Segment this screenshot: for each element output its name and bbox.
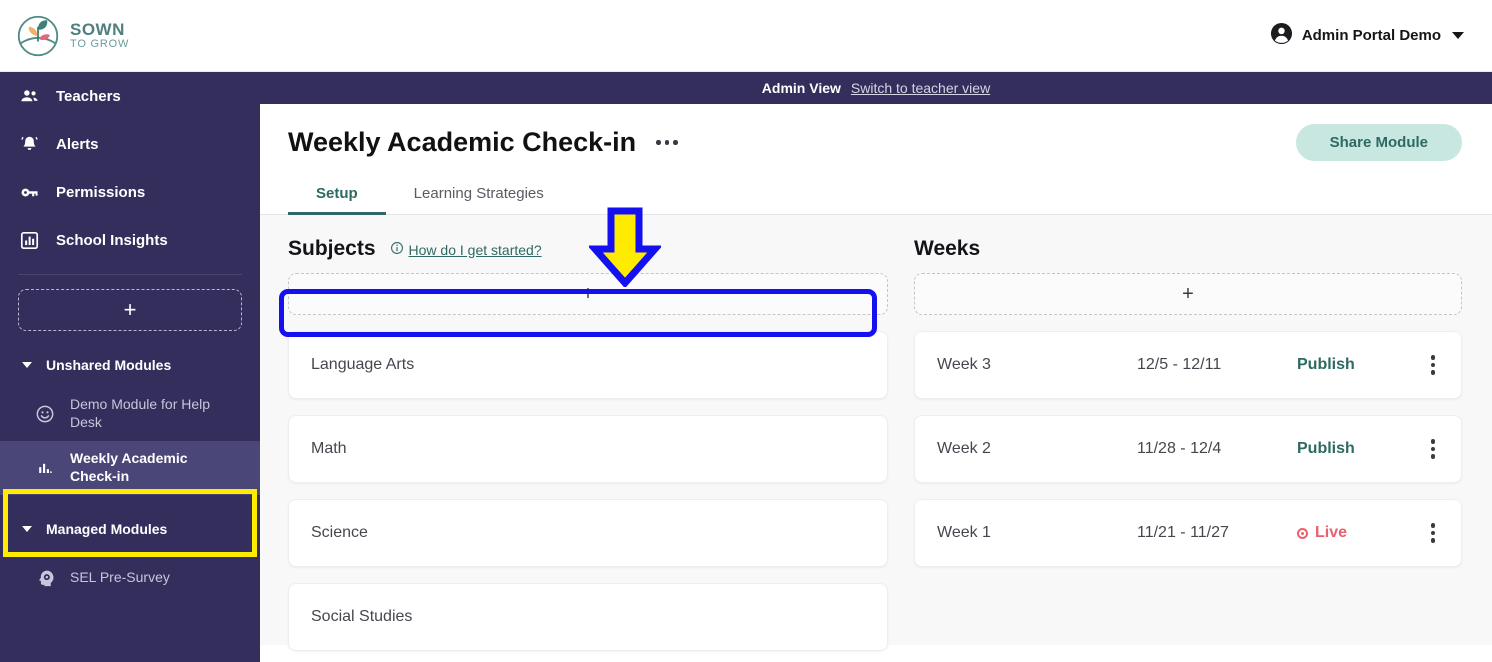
sidebar-item-label: Permissions [56,183,146,201]
sidebar-module-sel-pre-survey[interactable]: SEL Pre-Survey [0,551,260,605]
sidebar-item-label: Alerts [56,135,99,153]
week-date-range: 11/28 - 12/4 [1137,440,1222,457]
publish-action[interactable]: Publish [1297,356,1355,374]
week-name: Week 3 [937,356,991,373]
subject-card[interactable]: Social Studies [288,583,888,651]
add-week-button[interactable]: + [914,273,1462,315]
chevron-down-icon [1452,32,1464,39]
how-do-i-get-started-link[interactable]: How do I get started? [390,241,542,258]
sidebar-item-school-insights[interactable]: School Insights [0,216,260,264]
sidebar-module-label: SEL Pre-Survey [70,569,170,586]
sidebar-item-label: Teachers [56,87,121,105]
page-header: Weekly Academic Check-in Share Module [260,104,1492,161]
weeks-column: Weeks + Week 3 12/5 - 12/11 Publish Week… [914,237,1462,645]
week-name: Week 1 [937,524,991,541]
help-link-label: How do I get started? [408,241,542,258]
subjects-title: Subjects [288,237,376,260]
week-status[interactable]: Publish [1297,356,1419,374]
week-row[interactable]: Week 1 11/21 - 11/27 Live [914,499,1462,567]
subject-name: Science [311,524,368,541]
subjects-column: Subjects How do I get started? + Languag… [288,237,888,651]
brand-line-2: TO GROW [70,37,130,50]
tab-learning-strategies[interactable]: Learning Strategies [386,175,572,214]
smiley-face-icon [34,404,56,424]
subject-name: Math [311,440,347,457]
brand-logo[interactable]: SOWN TO GROW [16,14,129,58]
sidebar: Teachers Alerts Permissions School Insig… [0,72,260,662]
sidebar-group-managed-modules[interactable]: Managed Modules [0,507,260,551]
weeks-title: Weeks [914,237,981,260]
subject-name: Social Studies [311,608,413,625]
admin-view-label: Admin View [761,80,841,96]
brand-line-1: SOWN [70,19,125,39]
ellipsis-vertical-icon[interactable] [1419,347,1448,383]
add-subject-button[interactable]: + [288,273,888,315]
ellipsis-vertical-icon[interactable] [1419,515,1448,551]
week-status[interactable]: Publish [1297,440,1419,458]
live-status-label: Live [1315,524,1348,541]
chevron-down-icon [22,362,32,368]
admin-view-bar: Admin View Switch to teacher view [260,72,1492,104]
switch-to-teacher-view-link[interactable]: Switch to teacher view [851,80,990,96]
page-title: Weekly Academic Check-in [288,127,637,157]
setup-panel: Subjects How do I get started? + Languag… [260,215,1492,651]
main-content: Weekly Academic Check-in Share Module Se… [260,104,1492,662]
bar-chart-box-icon [18,230,40,251]
subject-name: Language Arts [311,356,415,373]
sidebar-item-alerts[interactable]: Alerts [0,120,260,168]
top-bar: SOWN TO GROW Admin Portal Demo [0,0,1492,72]
sidebar-item-teachers[interactable]: Teachers [0,72,260,120]
week-status: Live [1297,524,1419,542]
publish-action[interactable]: Publish [1297,440,1355,458]
share-module-button[interactable]: Share Module [1295,124,1462,161]
bar-chart-icon [34,458,56,478]
week-date-range: 12/5 - 12/11 [1137,356,1222,373]
account-menu[interactable]: Admin Portal Demo [1270,22,1464,50]
sidebar-group-label: Managed Modules [46,521,168,537]
ellipsis-vertical-icon[interactable] [1419,431,1448,467]
account-name: Admin Portal Demo [1301,27,1441,44]
sown-to-grow-logo-icon [16,14,60,58]
sidebar-group-label: Unshared Modules [46,357,172,373]
tab-bar: Setup Learning Strategies [260,175,1492,215]
subject-card[interactable]: Science [288,499,888,567]
app-root: SOWN TO GROW Admin Portal Demo Teachers … [0,0,1492,662]
bell-icon [18,134,40,155]
user-circle-icon [1270,22,1293,50]
subjects-header: Subjects How do I get started? [288,237,888,261]
head-gear-icon [34,568,56,588]
live-status-dot-icon [1297,527,1308,539]
week-row[interactable]: Week 3 12/5 - 12/11 Publish [914,331,1462,399]
sidebar-module-demo-module-for-help-desk[interactable]: Demo Module for Help Desk [0,387,260,441]
week-date-range: 11/21 - 11/27 [1137,524,1229,541]
title-group: Weekly Academic Check-in [288,127,680,158]
tab-setup[interactable]: Setup [288,175,386,215]
brand-wordmark: SOWN TO GROW [70,21,129,50]
week-name: Week 2 [937,440,991,457]
weeks-header: Weeks [914,237,1462,261]
subject-card[interactable]: Language Arts [288,331,888,399]
chevron-down-icon [22,526,32,532]
sidebar-group-unshared-modules[interactable]: Unshared Modules [0,343,260,387]
sidebar-divider [18,274,242,275]
sidebar-item-permissions[interactable]: Permissions [0,168,260,216]
sidebar-module-label: Demo Module for Help Desk [70,396,211,430]
info-circle-icon [390,241,404,258]
sidebar-module-weekly-academic-check-in[interactable]: Weekly Academic Check-in [0,441,260,495]
sidebar-item-label: School Insights [56,231,168,249]
subject-card[interactable]: Math [288,415,888,483]
sidebar-module-label: Weekly Academic Check-in [70,450,188,484]
add-module-button[interactable]: + [18,289,242,331]
week-row[interactable]: Week 2 11/28 - 12/4 Publish [914,415,1462,483]
people-icon [18,86,40,107]
key-icon [18,182,40,203]
ellipsis-horizontal-icon[interactable] [654,134,680,151]
